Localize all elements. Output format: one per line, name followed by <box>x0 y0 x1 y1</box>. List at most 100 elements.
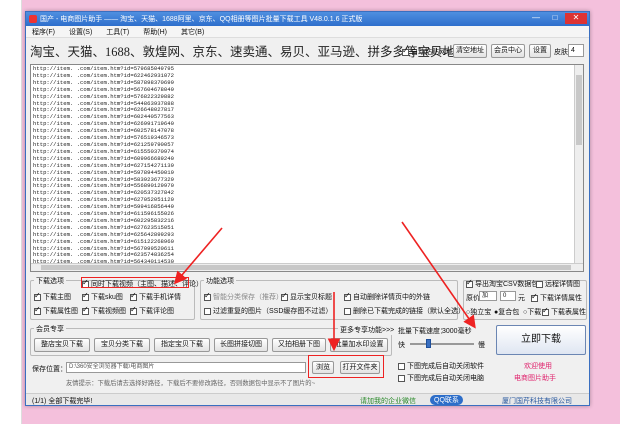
filter-duplicate-label: 过滤重复的图片（SSD缓存图不过滤） <box>213 308 333 315</box>
watermark-button[interactable]: 批量加水印设置 <box>330 338 388 352</box>
clear-url-button[interactable]: 清空地址 <box>453 44 487 58</box>
smart-classify-checkbox[interactable]: 智能分类保存（推荐） <box>204 291 283 302</box>
radio-composite[interactable]: ●复合包 <box>494 307 519 317</box>
check-icon <box>130 305 137 315</box>
menu-help[interactable]: 帮助(H) <box>143 27 167 37</box>
check-icon <box>536 280 543 288</box>
remote-detail-label: 远程详情图 <box>545 281 580 288</box>
remote-detail-checkbox[interactable]: 远程详情图 <box>536 279 580 289</box>
auto-close-label: 下图完成后自动关闭软件 <box>407 363 484 370</box>
horizontal-scrollbar[interactable] <box>31 263 583 271</box>
check-icon <box>34 291 41 301</box>
app-window: 国产 - 电商图片助手 —— 淘宝、天猫、1688阿里、京东、QQ相册等图片批量… <box>25 11 590 406</box>
radio-independent[interactable]: ○独立宝 <box>466 307 491 317</box>
save-path-input[interactable]: D:\360安全浏览器下载\电商图片 <box>66 362 306 373</box>
copyright-text: 厦门国芹科技有限公司 <box>502 398 572 405</box>
skin-spinner[interactable]: 4 <box>568 44 584 57</box>
price-value-input[interactable]: 0 <box>500 291 516 301</box>
download-attr-label: 下载属性图 <box>43 308 78 315</box>
download-attr-checkbox[interactable]: 下载属性图 <box>34 305 78 316</box>
settings-button[interactable]: 设置 <box>529 44 551 58</box>
download-main-label: 下载主图 <box>43 294 71 301</box>
start-download-button[interactable]: 立即下载 <box>496 325 586 355</box>
auto-paste-checkbox[interactable]: 自动粘贴网址 <box>402 46 453 57</box>
check-icon <box>204 291 211 301</box>
check-icon <box>542 306 549 316</box>
check-icon <box>531 292 538 302</box>
speed-slider-track[interactable] <box>410 343 474 345</box>
url-lines: http://item. .com/item.htm?id=5796850497… <box>33 65 174 271</box>
show-title-label: 显示宝贝标题 <box>290 294 332 301</box>
more-features-link[interactable]: 更多专享功能>>> <box>338 325 397 335</box>
check-icon <box>398 374 405 382</box>
long-image-button[interactable]: 长图拼接切图 <box>214 338 268 352</box>
sku-attr-checkbox[interactable]: 下载表属性 <box>542 306 586 317</box>
download-review-label: 下载评论图 <box>139 308 174 315</box>
delete-finished-checkbox[interactable]: 删除已下载完成的链接（默认全选） <box>344 306 465 316</box>
smart-classify-label: 智能分类保存（推荐） <box>213 294 283 301</box>
promo-line1: 欢迎使用 <box>524 363 552 370</box>
highlight-box-save <box>308 355 384 378</box>
download-videoimg-label: 下载视频图 <box>91 308 126 315</box>
horizontal-scroll-thumb[interactable] <box>41 265 571 270</box>
radio-composite-label: 复合包 <box>498 309 520 316</box>
member-center-button[interactable]: 会员中心 <box>491 44 525 58</box>
download-review-checkbox[interactable]: 下载评论图 <box>130 305 174 316</box>
auto-shutdown-checkbox[interactable]: 下图完成后自动关闭电脑 <box>398 373 484 383</box>
filter-duplicate-checkbox[interactable]: 过滤重复的图片（SSD缓存图不过滤） <box>204 306 332 316</box>
vertical-scrollbar[interactable] <box>574 65 583 271</box>
save-hint: 友情提示：下载后请去选择好路径，下载后不要修改路径，否则数据包中显示不了图片的~ <box>66 380 316 387</box>
speed-fast-label: 快 <box>398 342 405 349</box>
member-title: 会员专享 <box>34 324 66 334</box>
close-button[interactable]: ✕ <box>565 13 587 24</box>
download-videoimg-checkbox[interactable]: 下载视频图 <box>82 305 126 316</box>
desktop-side-strip <box>0 0 22 424</box>
radio-download[interactable]: ○下载 <box>523 307 541 317</box>
download-main-checkbox[interactable]: 下载主图 <box>34 291 71 302</box>
check-icon <box>344 291 351 301</box>
remove-links-checkbox[interactable]: 自动删除详情页中的外链 <box>344 291 430 302</box>
export-csv-checkbox[interactable]: 导出淘宝CSV数据包 <box>466 278 539 289</box>
menu-settings[interactable]: 设置(S) <box>69 27 92 37</box>
save-location-label: 保存位置： <box>32 366 67 373</box>
title-bar: 国产 - 电商图片助手 —— 淘宝、天猫、1688阿里、京东、QQ相册等图片批量… <box>26 12 589 26</box>
check-icon <box>466 278 473 288</box>
wechat-link[interactable]: 请加我的企业微信 <box>360 396 416 406</box>
status-text: (1/1) 全部下载完毕! <box>32 398 93 405</box>
category-download-button[interactable]: 宝贝分类下载 <box>94 338 150 352</box>
vertical-scroll-thumb[interactable] <box>576 75 582 145</box>
speed-label: 批量下载速度： <box>398 328 447 335</box>
download-attr-right-checkbox[interactable]: 下载详情属性 <box>531 292 582 303</box>
delete-finished-label: 删除已下载完成的链接（默认全选） <box>353 308 465 315</box>
speed-slider-thumb[interactable] <box>426 339 431 348</box>
menu-bar: 程序(F) 设置(S) 工具(T) 帮助(H) 其它(B) <box>26 26 589 38</box>
menu-program[interactable]: 程序(F) <box>32 27 55 37</box>
check-icon <box>34 305 41 315</box>
youpai-album-button[interactable]: 又拍相册下图 <box>272 338 326 352</box>
menu-tools[interactable]: 工具(T) <box>106 27 129 37</box>
check-icon <box>204 307 211 315</box>
download-sku-label: 下载sku图 <box>91 294 123 301</box>
radio-download-label: 下载 <box>527 309 542 316</box>
skin-label: 皮肤 <box>554 49 568 56</box>
speed-slow-label: 慢 <box>478 342 485 349</box>
check-icon <box>130 291 137 301</box>
url-list-textarea[interactable]: http://item. .com/item.htm?id=5796850497… <box>30 64 584 272</box>
minimize-button[interactable]: — <box>527 13 545 24</box>
download-sku-checkbox[interactable]: 下载sku图 <box>82 291 123 302</box>
specified-download-button[interactable]: 指定宝贝下载 <box>154 338 210 352</box>
show-title-checkbox[interactable]: 显示宝贝标题 <box>281 291 332 302</box>
check-icon <box>398 362 405 370</box>
menu-other[interactable]: 其它(B) <box>181 27 204 37</box>
price-unit: 元 <box>518 295 525 302</box>
maximize-button[interactable]: □ <box>546 13 564 24</box>
qq-contact-button[interactable]: QQ联系 <box>430 395 463 405</box>
export-csv-label: 导出淘宝CSV数据包 <box>475 281 539 288</box>
sku-attr-label: 下载表属性 <box>551 309 586 316</box>
price-op-select[interactable]: 加 <box>479 291 497 301</box>
status-bar: (1/1) 全部下载完毕! 请加我的企业微信 QQ联系 厦门国芹科技有限公司 <box>26 393 589 405</box>
auto-close-checkbox[interactable]: 下图完成后自动关闭软件 <box>398 361 484 371</box>
highlight-box-video <box>81 277 189 288</box>
download-mobile-checkbox[interactable]: 下载手机详情 <box>130 291 181 302</box>
whole-shop-button[interactable]: 整店宝贝下载 <box>34 338 90 352</box>
